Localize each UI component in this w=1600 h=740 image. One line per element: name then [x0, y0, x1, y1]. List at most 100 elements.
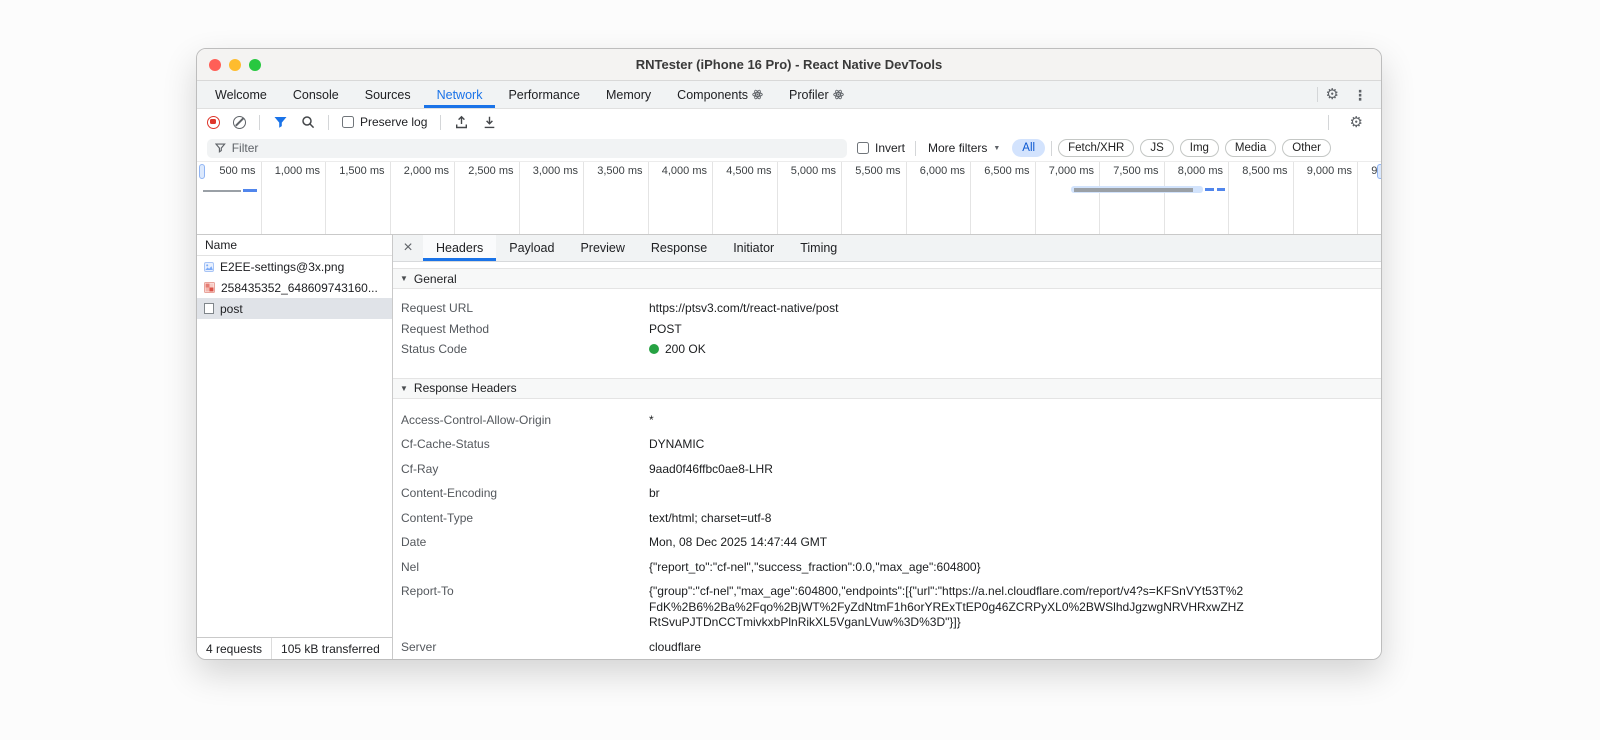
detail-tab-timing[interactable]: Timing — [787, 235, 850, 261]
filter-pill-all[interactable]: All — [1012, 139, 1046, 157]
preserve-log-label: Preserve log — [360, 115, 428, 129]
header-name: Nel — [401, 559, 420, 574]
header-value: cloudflare — [649, 639, 702, 654]
divider — [328, 114, 329, 130]
preserve-log-checkbox[interactable]: Preserve log — [342, 115, 427, 129]
minimize-window-button[interactable] — [229, 59, 241, 71]
network-toolbar: Preserve log ⚙ — [197, 109, 1381, 135]
checkbox-box[interactable] — [857, 142, 869, 154]
tab-memory[interactable]: Memory — [593, 81, 664, 108]
timeline-tick: 8,000 ms — [1165, 162, 1229, 234]
timeline-tick: 3,000 ms — [520, 162, 584, 234]
detail-tab-initiator[interactable]: Initiator — [720, 235, 787, 261]
filter-funnel-icon[interactable] — [273, 116, 288, 129]
filter-pill-js[interactable]: JS — [1140, 139, 1174, 157]
header-row: Cf-Cache-Status DYNAMIC — [393, 437, 1381, 453]
filter-input[interactable] — [231, 141, 839, 155]
import-har-icon[interactable] — [454, 115, 469, 129]
filter-pill-media[interactable]: Media — [1224, 139, 1277, 157]
react-atom-icon — [832, 89, 844, 100]
requests-count: 4 requests — [206, 641, 263, 656]
timeline-tick: 5,000 ms — [778, 162, 842, 234]
invert-label: Invert — [875, 141, 906, 155]
timeline-tick: 8,500 ms — [1229, 162, 1294, 234]
header-value: text/html; charset=utf-8 — [649, 510, 772, 525]
checkbox-box[interactable] — [342, 116, 354, 128]
header-row: Server cloudflare — [393, 640, 1381, 656]
filter-pill-other[interactable]: Other — [1282, 139, 1332, 157]
general-section-header[interactable]: ▼ General — [393, 268, 1381, 289]
search-icon[interactable] — [301, 115, 315, 129]
header-row: Nel {"report_to":"cf-nel","success_fracti… — [393, 560, 1381, 576]
header-row: Cf-Ray 9aad0f46ffbc0ae8-LHR — [393, 462, 1381, 478]
waterfall-bar — [203, 190, 241, 192]
header-name: Request URL — [401, 301, 474, 315]
filter-pill-fetch-xhr[interactable]: Fetch/XHR — [1058, 139, 1135, 157]
timeline-tick: 4,500 ms — [713, 162, 778, 234]
devtools-menu-kebab-icon[interactable]: ⋮ — [1347, 88, 1373, 102]
clear-network-log-icon[interactable] — [233, 115, 246, 129]
header-row: Status Code 200 OK — [393, 342, 1381, 358]
timeline-tick: 1,500 ms — [326, 162, 391, 234]
header-value: 200 OK — [649, 342, 706, 358]
request-details-tab-bar: × Headers Payload Preview Response Initi… — [393, 235, 1381, 262]
network-overview-timeline[interactable]: 500 ms 1,000 ms 1,500 ms 2,000 ms 2,500 ms 3,… — [197, 161, 1381, 235]
header-value: {"report_to":"cf-nel","success_fraction"… — [649, 559, 981, 574]
detail-tab-payload[interactable]: Payload — [496, 235, 567, 261]
tab-performance[interactable]: Performance — [495, 81, 593, 108]
tab-label: Network — [436, 87, 483, 102]
header-value: * — [649, 412, 654, 427]
timeline-tick: 1,000 ms — [262, 162, 326, 234]
record-network-log-button[interactable] — [207, 115, 220, 129]
header-row: Request URL https://ptsv3.com/t/react-nat… — [393, 301, 1381, 317]
waterfall-bar — [243, 189, 257, 192]
tab-profiler[interactable]: Profiler — [776, 81, 857, 108]
timeline-right-handle[interactable] — [1377, 164, 1381, 179]
detail-tab-headers[interactable]: Headers — [423, 235, 497, 261]
tab-console[interactable]: Console — [280, 81, 352, 108]
detail-tab-response[interactable]: Response — [638, 235, 720, 261]
disclosure-triangle-icon: ▼ — [400, 274, 408, 283]
header-name: Request Method — [401, 321, 490, 336]
tab-components[interactable]: Components — [664, 81, 776, 108]
response-headers-section-header[interactable]: ▼ Response Headers — [393, 377, 1381, 399]
request-row-post[interactable]: post — [197, 298, 392, 319]
waterfall-bar — [1074, 188, 1193, 192]
request-name: 258435352_648609743160... — [221, 280, 378, 295]
invert-checkbox[interactable]: Invert — [857, 141, 905, 155]
zoom-window-button[interactable] — [249, 59, 261, 71]
tab-network[interactable]: Network — [424, 81, 496, 108]
detail-tab-preview[interactable]: Preview — [567, 235, 637, 261]
window-title: RNTester (iPhone 16 Pro) - React Native … — [635, 57, 943, 72]
header-name: Content-Type — [401, 510, 474, 525]
header-value: POST — [649, 321, 682, 336]
export-har-icon[interactable] — [482, 115, 497, 129]
header-name: Access-Control-Allow-Origin — [401, 412, 552, 427]
tab-label: Components — [677, 87, 749, 102]
tab-label: Welcome — [215, 87, 267, 102]
header-name: Cf-Ray — [401, 461, 439, 476]
tab-label: Profiler — [789, 87, 829, 102]
waterfall-bar — [1205, 188, 1214, 191]
timeline-tick: 3,500 ms — [584, 162, 649, 234]
tab-welcome[interactable]: Welcome — [202, 81, 280, 108]
section-title: Response Headers — [413, 381, 517, 395]
network-settings-gear-icon[interactable]: ⚙ — [1342, 115, 1371, 130]
tab-sources[interactable]: Sources — [352, 81, 424, 108]
waterfall-bar — [1217, 188, 1225, 191]
request-type-filters: All Fetch/XHR JS Img Media Other — [1012, 139, 1332, 157]
header-row: Content-Type text/html; charset=utf-8 — [393, 511, 1381, 527]
request-row-e2ee-settings[interactable]: E2EE-settings@3x.png — [197, 256, 392, 277]
close-details-icon[interactable]: × — [393, 235, 423, 261]
filter-input-wrapper[interactable] — [207, 138, 847, 158]
filter-pill-img[interactable]: Img — [1179, 139, 1219, 157]
close-window-button[interactable] — [209, 59, 221, 71]
devtools-settings-gear-icon[interactable]: ⚙ — [1318, 87, 1347, 102]
timeline-tick: 7,000 ms — [1036, 162, 1100, 234]
timeline-left-handle[interactable] — [199, 164, 205, 179]
request-row-258435352[interactable]: 258435352_648609743160... — [197, 277, 392, 298]
more-filters-dropdown[interactable]: More filters ▼ — [926, 141, 1002, 155]
name-column-header[interactable]: Name — [197, 235, 392, 256]
timeline-tick: 2,000 ms — [391, 162, 455, 234]
status-ok-dot-icon — [649, 344, 659, 354]
